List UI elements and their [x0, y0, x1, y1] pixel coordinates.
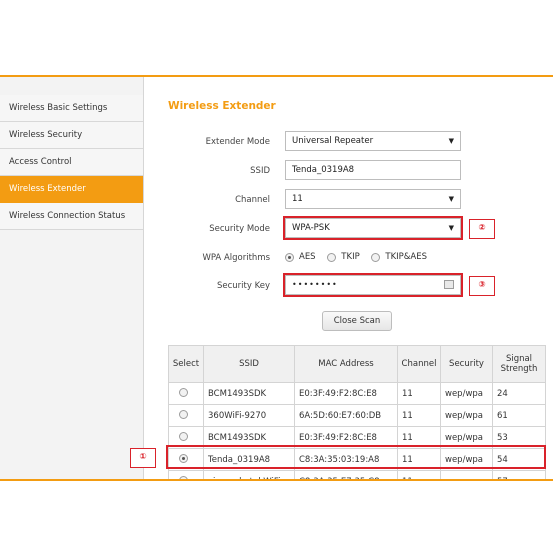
extender-mode-label: Extender Mode	[205, 137, 270, 147]
security-cell: wep/wpa	[440, 404, 493, 427]
chevron-down-icon: ▼	[448, 137, 454, 145]
wpa-algorithms-group: AES TKIP TKIP&AES	[285, 252, 436, 265]
extender-mode-select[interactable]: Universal Repeater ▼	[285, 131, 461, 151]
radio-icon[interactable]	[179, 431, 188, 441]
col-ssid-header: SSID	[203, 345, 295, 383]
channel-value: 11	[292, 194, 303, 204]
channel-select[interactable]: 11 ▼	[285, 189, 461, 209]
chevron-down-icon: ▼	[448, 195, 454, 203]
page-title: Wireless Extender	[168, 100, 276, 112]
radio-icon[interactable]	[179, 409, 188, 419]
radio-selected-icon[interactable]	[285, 252, 294, 262]
table-header-row: Select SSID MAC Address Channel Security…	[168, 345, 546, 383]
channel-cell: 11	[397, 382, 441, 405]
radio-icon[interactable]	[179, 387, 188, 397]
sidebar-item-wireless-basic-settings[interactable]: Wireless Basic Settings	[0, 95, 143, 122]
channel-label: Channel	[235, 195, 270, 205]
security-mode-highlight	[283, 216, 463, 240]
step-3-badge: ③	[469, 276, 495, 296]
table-row[interactable]: BCM1493SDK E0:3F:49:F2:8C:E8 11 wep/wpa …	[168, 382, 546, 405]
step-1-badge: ①	[130, 448, 156, 468]
ssid-input[interactable]: Tenda_0319A8	[285, 160, 461, 180]
ssid-cell: 360WiFi-9270	[203, 404, 295, 427]
sidebar: Wireless Basic Settings Wireless Securit…	[0, 77, 144, 481]
radio-icon[interactable]	[327, 252, 337, 262]
col-select-header: Select	[168, 345, 204, 383]
signal-cell: 61	[492, 404, 546, 427]
sidebar-item-access-control[interactable]: Access Control	[0, 149, 143, 176]
ssid-label: SSID	[250, 166, 270, 176]
security-key-label: Security Key	[216, 281, 270, 291]
extender-mode-value: Universal Repeater	[292, 136, 374, 146]
main-content: Wireless Extender Extender Mode Universa…	[144, 77, 553, 481]
ssid-value: Tenda_0319A8	[292, 165, 355, 175]
selected-network-highlight	[166, 445, 546, 469]
table-row[interactable]: 360WiFi-9270 6A:5D:60:E7:60:DB 11 wep/wp…	[168, 404, 546, 427]
wpa-tkip-label: TKIP	[341, 252, 360, 262]
wpa-aes-label: AES	[299, 252, 316, 262]
wpa-tkip-option[interactable]: TKIP	[327, 252, 360, 262]
security-key-highlight	[283, 273, 463, 297]
col-channel-header: Channel	[397, 345, 441, 383]
security-cell: wep/wpa	[440, 382, 493, 405]
wpa-aes-option[interactable]: AES	[285, 252, 316, 262]
channel-cell: 11	[397, 404, 441, 427]
col-security-header: Security	[440, 345, 493, 383]
close-scan-button[interactable]: Close Scan	[322, 311, 392, 331]
col-mac-header: MAC Address	[294, 345, 398, 383]
wpa-tkip-aes-label: TKIP&AES	[385, 252, 428, 262]
col-signal-header: Signal Strength	[492, 345, 546, 383]
wpa-algorithms-label: WPA Algorithms	[202, 253, 270, 263]
frame-bottom-border	[0, 479, 553, 481]
sidebar-item-wireless-extender[interactable]: Wireless Extender	[0, 176, 143, 203]
signal-cell: 24	[492, 382, 546, 405]
security-mode-label: Security Mode	[209, 224, 270, 234]
mac-cell: 6A:5D:60:E7:60:DB	[294, 404, 398, 427]
select-cell[interactable]	[168, 382, 204, 405]
ssid-cell: BCM1493SDK	[203, 382, 295, 405]
router-settings-frame: Wireless Basic Settings Wireless Securit…	[0, 75, 553, 481]
sidebar-item-wireless-connection-status[interactable]: Wireless Connection Status	[0, 203, 143, 230]
wpa-tkip-aes-option[interactable]: TKIP&AES	[371, 252, 427, 262]
sidebar-item-wireless-security[interactable]: Wireless Security	[0, 122, 143, 149]
mac-cell: E0:3F:49:F2:8C:E8	[294, 382, 398, 405]
step-2-badge: ②	[469, 219, 495, 239]
select-cell[interactable]	[168, 404, 204, 427]
radio-icon[interactable]	[371, 252, 381, 262]
